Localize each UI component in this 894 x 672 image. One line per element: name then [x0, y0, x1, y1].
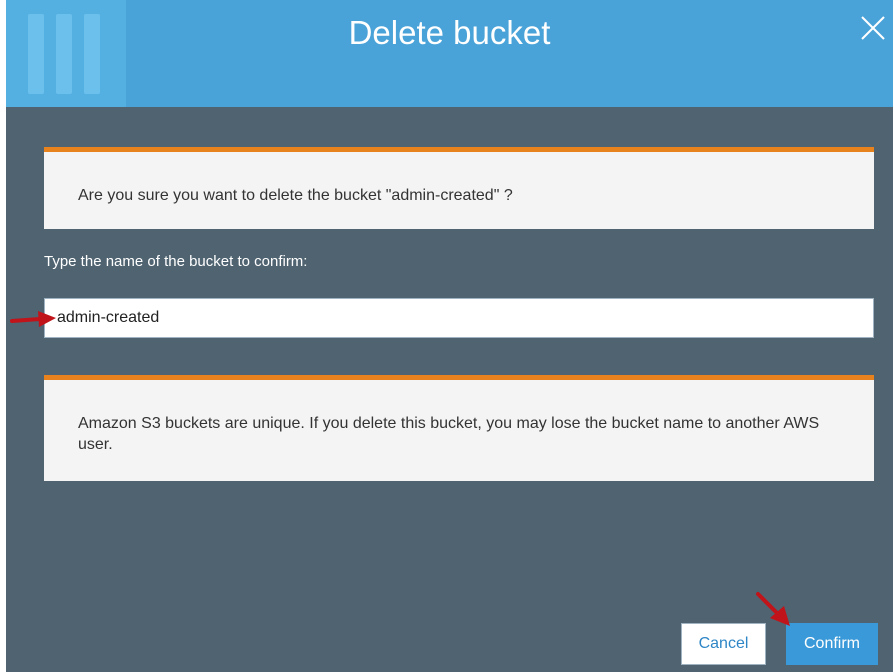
close-icon: [861, 16, 885, 40]
dialog-header: Delete bucket: [6, 0, 893, 107]
red-arrow-icon: [10, 311, 56, 327]
close-button[interactable]: [859, 14, 887, 42]
delete-bucket-dialog: Delete bucket Are you sure you want to d…: [6, 0, 893, 672]
warning-message: Amazon S3 buckets are unique. If you del…: [78, 415, 820, 453]
confirm-message: Are you sure you want to delete the buck…: [78, 187, 513, 204]
dialog-title: Delete bucket: [348, 14, 551, 51]
warning-message-card: Amazon S3 buckets are unique. If you del…: [44, 375, 874, 481]
bucket-name-input[interactable]: [44, 298, 874, 338]
bucket-name-label: Type the name of the bucket to confirm:: [44, 253, 308, 270]
confirm-button[interactable]: Confirm: [786, 623, 878, 665]
red-arrow-icon: [756, 592, 790, 626]
confirm-message-card: Are you sure you want to delete the buck…: [44, 147, 874, 229]
